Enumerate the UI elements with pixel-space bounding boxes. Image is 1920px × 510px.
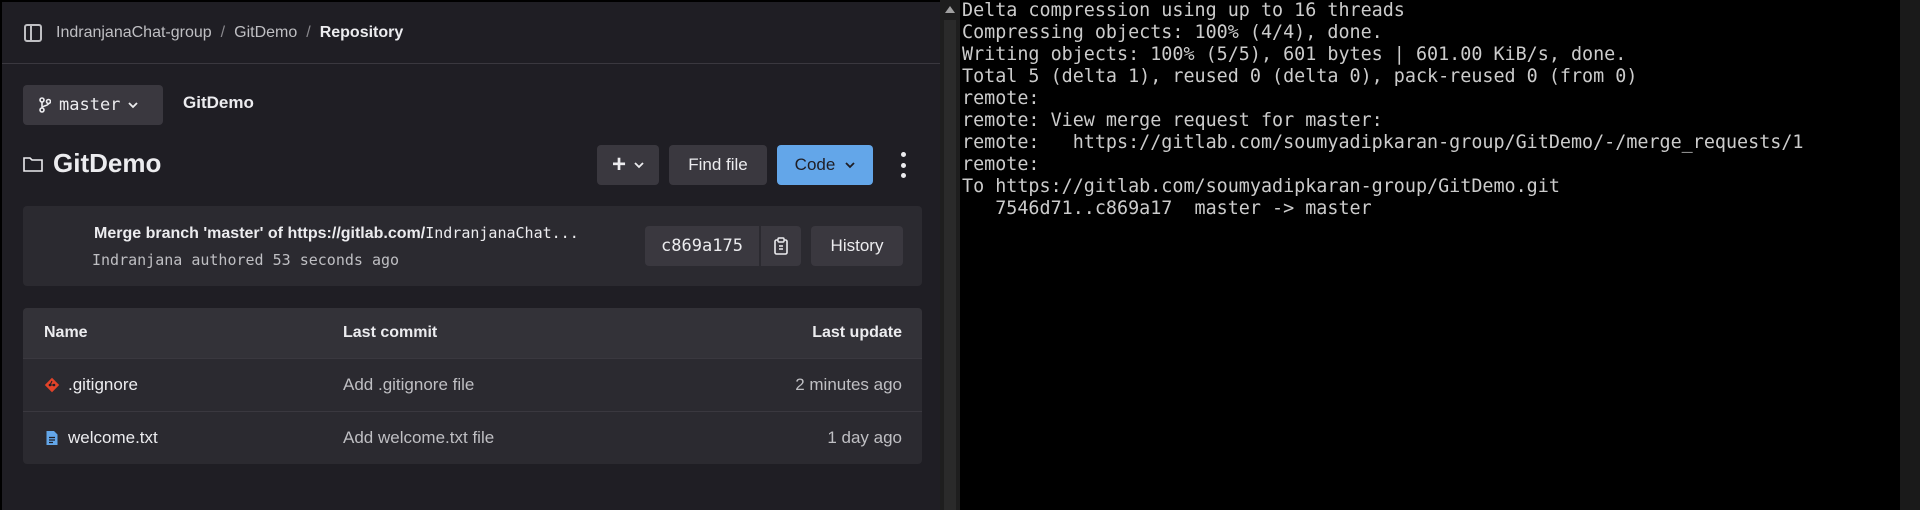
terminal-line: remote: https://gitlab.com/soumyadipkara… bbox=[962, 132, 1804, 153]
chevron-down-icon bbox=[128, 102, 139, 109]
page-title: GitDemo bbox=[53, 148, 162, 178]
plus-icon: + bbox=[611, 151, 626, 178]
clipboard-icon bbox=[774, 237, 788, 255]
folder-icon bbox=[23, 156, 43, 172]
terminal-output[interactable]: Delta compression using up to 16 threads… bbox=[960, 0, 1900, 510]
scrollbar-thumb[interactable] bbox=[944, 20, 956, 510]
terminal-line: Compressing objects: 100% (4/4), done. bbox=[962, 22, 1383, 43]
column-header-last-update: Last update bbox=[812, 324, 902, 341]
commit-message-truncated: IndranjanaChat... bbox=[425, 224, 579, 242]
top-bar: IndranjanaChat-group / GitDemo / Reposit… bbox=[2, 2, 942, 64]
commit-message[interactable]: Merge branch 'master' of https://gitlab.… bbox=[94, 224, 579, 243]
branch-name: master bbox=[59, 95, 121, 115]
terminal-line: Writing objects: 100% (5/5), 601 bytes |… bbox=[962, 44, 1627, 65]
chevron-down-icon bbox=[845, 162, 855, 169]
sidebar-toggle-icon[interactable] bbox=[24, 23, 42, 42]
project-title-row: GitDemo bbox=[23, 148, 161, 179]
find-file-button[interactable]: Find file bbox=[669, 145, 767, 185]
terminal-line: remote: bbox=[962, 154, 1040, 175]
scroll-up-arrow-icon[interactable] bbox=[945, 6, 955, 13]
table-row[interactable]: welcome.txt Add welcome.txt file 1 day a… bbox=[23, 411, 922, 463]
file-table: Name Last commit Last update .gitignore … bbox=[23, 308, 922, 464]
terminal-line: 7546d71..c869a17 master -> master bbox=[962, 198, 1372, 219]
commit-message-text: Merge branch 'master' of https://gitlab.… bbox=[94, 225, 426, 242]
terminal-line: remote: bbox=[962, 88, 1040, 109]
file-last-update: 1 day ago bbox=[827, 427, 902, 447]
breadcrumb-group[interactable]: IndranjanaChat-group bbox=[56, 24, 212, 42]
file-last-commit[interactable]: Add .gitignore file bbox=[343, 375, 474, 395]
file-last-commit[interactable]: Add welcome.txt file bbox=[343, 428, 494, 448]
branch-selector-button[interactable]: master bbox=[23, 85, 163, 125]
code-dropdown-button[interactable]: Code bbox=[777, 145, 873, 185]
panel-scrollbar[interactable] bbox=[940, 0, 960, 510]
terminal-line: remote: View merge request for master: bbox=[962, 110, 1383, 131]
add-dropdown-button[interactable]: + bbox=[597, 145, 659, 185]
copy-sha-button[interactable] bbox=[761, 226, 801, 266]
breadcrumb-current[interactable]: Repository bbox=[320, 24, 404, 42]
text-file-icon bbox=[46, 430, 58, 445]
breadcrumb-separator: / bbox=[306, 23, 311, 41]
file-last-update: 2 minutes ago bbox=[795, 374, 902, 394]
more-actions-icon[interactable] bbox=[896, 152, 910, 178]
column-header-name: Name bbox=[44, 324, 88, 341]
history-button[interactable]: History bbox=[811, 226, 903, 266]
gitlab-panel: IndranjanaChat-group / GitDemo / Reposit… bbox=[0, 0, 942, 510]
code-button-label: Code bbox=[794, 155, 836, 174]
breadcrumb-separator: / bbox=[220, 23, 226, 41]
file-name: .gitignore bbox=[68, 374, 138, 394]
table-row[interactable]: .gitignore Add .gitignore file 2 minutes… bbox=[23, 358, 922, 410]
file-name-cell[interactable]: welcome.txt bbox=[44, 428, 158, 448]
table-header-row: Name Last commit Last update bbox=[23, 308, 922, 358]
branch-icon bbox=[39, 97, 51, 113]
terminal-scrollbar[interactable] bbox=[1900, 0, 1920, 510]
project-link[interactable]: GitDemo bbox=[183, 93, 254, 113]
breadcrumb-project[interactable]: GitDemo bbox=[234, 24, 297, 42]
terminal-line: Delta compression using up to 16 threads bbox=[962, 0, 1405, 21]
commit-sha[interactable]: c869a175 bbox=[645, 226, 759, 266]
chevron-down-icon bbox=[634, 162, 644, 169]
file-name-cell[interactable]: .gitignore bbox=[44, 375, 138, 395]
file-name: welcome.txt bbox=[68, 427, 158, 447]
commit-author-meta: Indranjana authored 53 seconds ago bbox=[92, 251, 400, 269]
last-commit-card: Merge branch 'master' of https://gitlab.… bbox=[23, 206, 922, 286]
git-file-icon bbox=[44, 377, 60, 392]
terminal-line: To https://gitlab.com/soumyadipkaran-gro… bbox=[962, 176, 1560, 197]
column-header-last-commit: Last commit bbox=[343, 324, 438, 341]
breadcrumb: IndranjanaChat-group / GitDemo / Reposit… bbox=[56, 24, 403, 42]
terminal-line: Total 5 (delta 1), reused 0 (delta 0), p… bbox=[962, 66, 1638, 87]
